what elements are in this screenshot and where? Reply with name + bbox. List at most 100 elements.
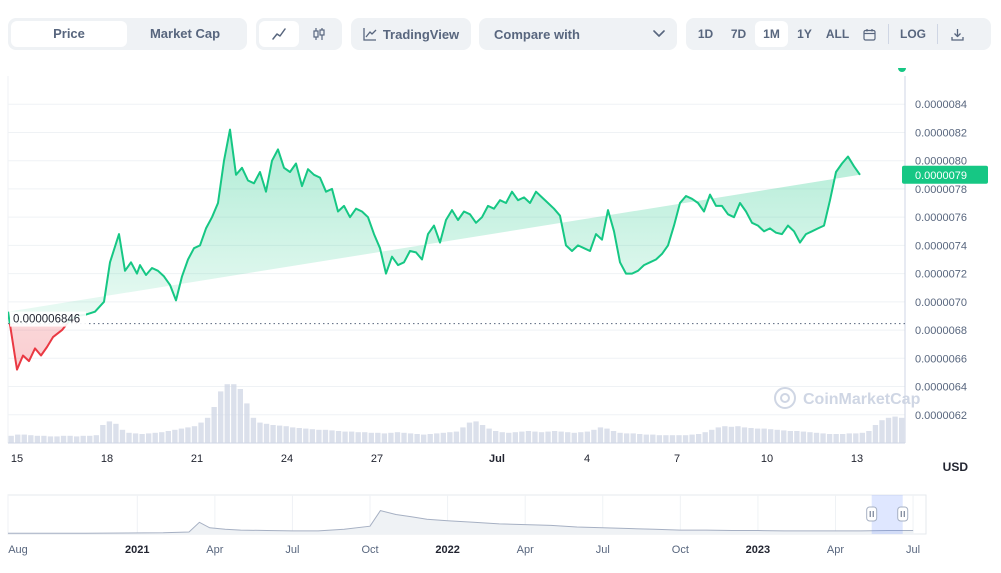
price-series: [8, 68, 906, 371]
x-tick-label: 4: [584, 453, 590, 465]
volume-bar: [597, 427, 604, 443]
baseline-value-label: 0.000006846: [13, 314, 80, 326]
chart-toolbar: Price Market Cap TradingView Compare wit…: [8, 18, 993, 50]
range-1y-button[interactable]: 1Y: [788, 21, 821, 47]
volume-bar: [47, 436, 54, 443]
download-icon: [950, 28, 964, 41]
date-range-button[interactable]: [854, 21, 884, 47]
line-chart-button[interactable]: [259, 21, 299, 47]
x-tick-label: 15: [11, 453, 23, 465]
range-1d-button[interactable]: 1D: [689, 21, 722, 47]
volume-bar: [663, 435, 669, 443]
volume-bar: [106, 421, 113, 443]
volume-bar: [375, 432, 381, 443]
navigator-tick-label: Apr: [517, 544, 534, 556]
log-scale-button[interactable]: LOG: [893, 21, 933, 47]
volume-bar: [381, 433, 388, 443]
volume-bar: [656, 435, 663, 443]
x-tick-label: 7: [674, 453, 680, 465]
candlestick-chart-button[interactable]: [299, 21, 339, 47]
volume-bar: [132, 433, 139, 443]
volume-bar: [67, 435, 73, 443]
x-tick-label: 10: [761, 453, 773, 465]
volume-bar: [689, 434, 695, 443]
volume-bar: [434, 433, 440, 443]
grid-lines: [7, 76, 906, 444]
volume-bar: [807, 432, 813, 443]
coinmarketcap-watermark: CoinMarketCap: [774, 387, 921, 409]
chevron-down-icon: [653, 30, 665, 37]
volume-bar: [80, 435, 86, 443]
price-area-down: [9, 323, 68, 370]
volume-bar: [643, 434, 649, 443]
navigator-tick-label: Jul: [285, 544, 299, 556]
volume-bar: [34, 435, 41, 443]
volume-bar: [826, 434, 833, 443]
y-tick-label: 0.0000072: [915, 269, 967, 281]
volume-bar: [584, 431, 591, 443]
volume-bar: [591, 429, 597, 443]
tradingview-icon: [363, 28, 377, 41]
volume-bar: [342, 431, 348, 443]
volume-bar: [650, 434, 656, 443]
x-tick-label: 21: [191, 453, 203, 465]
volume-bar: [257, 422, 263, 443]
volume-bar: [296, 428, 302, 443]
x-tick-label: Jul: [489, 453, 505, 465]
volume-bar: [676, 435, 682, 443]
volume-bar: [846, 433, 852, 443]
range-1m-button[interactable]: 1M: [755, 21, 788, 47]
volume-bar: [355, 432, 361, 443]
volume-bar: [545, 431, 551, 443]
volume-bar: [231, 384, 237, 443]
volume-bar: [702, 432, 708, 443]
compare-with-dropdown[interactable]: Compare with: [479, 18, 677, 50]
volume-bar: [172, 429, 178, 443]
volume-bar: [388, 432, 394, 443]
navigator-tick-label: Jul: [906, 544, 920, 556]
volume-bar: [119, 429, 126, 443]
line-chart-icon: [272, 28, 286, 40]
volume-bar: [224, 384, 230, 443]
volume-bar: [741, 427, 748, 443]
volume-bar: [204, 417, 211, 443]
watermark-text: CoinMarketCap: [803, 391, 921, 408]
volume-bar: [709, 429, 715, 443]
range-all-button[interactable]: ALL: [821, 21, 854, 47]
volume-bar: [623, 433, 630, 443]
volume-bar: [126, 432, 132, 443]
volume-bar: [695, 434, 702, 443]
download-button[interactable]: [942, 21, 972, 47]
volume-bar: [453, 431, 460, 443]
volume-bar: [637, 434, 643, 443]
volume-bar: [735, 426, 741, 443]
navigator-tick-label: Oct: [672, 544, 689, 556]
volume-bar: [479, 425, 486, 443]
volume-bar: [316, 429, 322, 443]
price-tab[interactable]: Price: [11, 21, 127, 47]
volume-bar: [270, 425, 276, 443]
navigator-tick-label: Apr: [206, 544, 223, 556]
volume-bar: [761, 428, 767, 443]
y-tick-label: 0.0000062: [915, 410, 967, 422]
volume-bar: [493, 431, 499, 443]
time-navigator[interactable]: Aug 2021 Apr Jul Oct 2022 Apr Jul Oct 2023 Apr Jul: [0, 490, 1001, 570]
chart-type-toggle: Price Market Cap: [8, 18, 247, 50]
market-cap-tab[interactable]: Market Cap: [127, 21, 243, 47]
volume-bar: [800, 431, 807, 443]
volume-bar: [610, 431, 617, 443]
volume-bar: [283, 426, 289, 443]
volume-bar: [538, 432, 545, 443]
volume-bar: [898, 417, 905, 443]
tradingview-button[interactable]: TradingView: [351, 18, 471, 50]
price-line-down: [8, 323, 69, 371]
volume-bar: [879, 420, 885, 443]
volume-bar: [781, 430, 787, 443]
price-chart[interactable]: CoinMarketCap 0.0000084 0.0000082 0.000008…: [0, 68, 1001, 478]
range-7d-button[interactable]: 7D: [722, 21, 755, 47]
volume-bar: [335, 431, 342, 443]
current-price-label: 0.0000079: [915, 170, 967, 182]
volume-bar: [198, 422, 204, 443]
volume-bar: [100, 425, 106, 443]
volume-bar: [728, 426, 735, 443]
